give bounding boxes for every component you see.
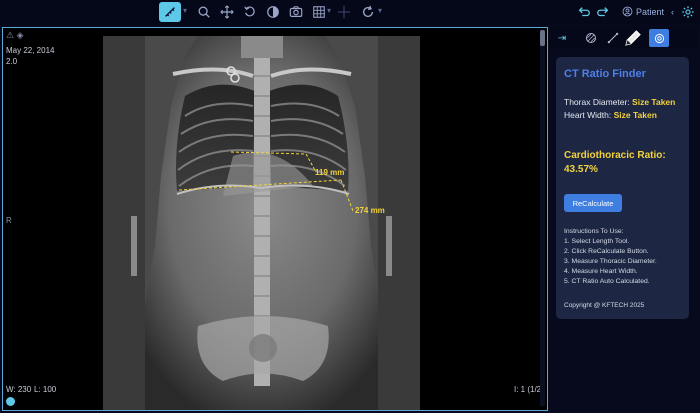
heart-width-row: Heart Width: Size Taken: [564, 110, 657, 120]
chevron-left-icon: ‹: [671, 6, 674, 17]
ct-ratio-panel: CT Ratio Finder Thorax Diameter: Size Ta…: [556, 57, 689, 319]
heart-width-label: 119 mm: [315, 168, 345, 177]
status-icon: [6, 397, 15, 406]
settings-circle-icon: [654, 33, 664, 43]
study-date: May 22, 2014: [6, 46, 55, 55]
thorax-diameter-label: 274 mm: [355, 206, 385, 215]
image-scrollbar[interactable]: [540, 30, 545, 406]
window-level-tool-button[interactable]: [265, 2, 281, 22]
instruction-item: 1. Select Length Tool.: [564, 238, 630, 245]
undo-button[interactable]: [577, 2, 591, 22]
capture-tool-button[interactable]: [288, 2, 304, 22]
redo-icon: [597, 7, 609, 17]
side-panel-tabs: ⇥: [550, 27, 698, 49]
chevron-down-icon[interactable]: ▾: [378, 6, 382, 15]
instruction-item: 3. Measure Thoracic Diameter.: [564, 258, 657, 265]
segmentation-icon: [586, 33, 596, 43]
measure-icon: [607, 32, 619, 44]
grid-icon: [313, 6, 325, 18]
patient-menu[interactable]: Patient ‹: [622, 6, 674, 17]
length-tool-button[interactable]: [159, 2, 181, 22]
reset-tool-button[interactable]: [360, 2, 376, 22]
layers-icon[interactable]: ⚠ ◈: [6, 30, 24, 41]
search-icon: [198, 6, 210, 18]
tab-measurements[interactable]: [604, 29, 622, 47]
scrollbar-thumb[interactable]: [540, 30, 545, 46]
pencil-icon: [625, 30, 641, 46]
tab-annotate[interactable]: [622, 29, 644, 47]
panel-title: CT Ratio Finder: [564, 68, 646, 80]
crosshair-tool-button[interactable]: [336, 2, 352, 22]
tab-segmentation[interactable]: [582, 29, 600, 47]
instructions-heading: Instructions To Use:: [564, 228, 624, 235]
heart-width-value: Size Taken: [613, 110, 657, 120]
pan-tool-button[interactable]: [219, 2, 235, 22]
image-viewport[interactable]: 119 mm 274 mm ⚠ ◈ May 22, 2014 2.0 R W: …: [2, 27, 548, 411]
series-number: 2.0: [6, 57, 18, 66]
refresh-icon: [362, 5, 374, 18]
instruction-item: 2. Click ReCalculate Button.: [564, 248, 649, 255]
thorax-diameter-value: Size Taken: [632, 97, 676, 107]
chevron-down-icon[interactable]: ▾: [327, 6, 331, 15]
instruction-item: 5. CT Ratio Auto Calculated.: [564, 278, 650, 285]
orientation-marker: R: [6, 216, 12, 225]
collapse-icon: ⇥: [557, 32, 567, 44]
settings-button[interactable]: [681, 2, 695, 22]
tab-ct-ratio[interactable]: [649, 29, 669, 47]
recalculate-button[interactable]: ReCalculate: [564, 194, 622, 212]
instruction-item: 4. Measure Heart Width.: [564, 268, 638, 275]
ratio-value: 43.57%: [564, 164, 598, 175]
ruler-icon: [165, 7, 175, 17]
rotate-icon: [244, 6, 255, 17]
window-width: W: 230: [6, 385, 32, 394]
copyright-text: Copyright @ KFTECH 2025: [564, 302, 645, 309]
thorax-diameter-label: Thorax Diameter:: [564, 97, 630, 107]
patient-label: Patient: [635, 6, 664, 17]
thorax-diameter-connector: [340, 179, 354, 212]
undo-icon: [578, 7, 590, 17]
contrast-icon: [267, 6, 279, 18]
measurement-overlay[interactable]: [3, 28, 548, 411]
heart-width-label: Heart Width:: [564, 110, 612, 120]
chevron-down-icon[interactable]: ▾: [183, 6, 187, 15]
camera-icon: [289, 6, 303, 17]
toolbar: ▾ ▾ ▾ Patient ‹: [0, 0, 700, 25]
thorax-diameter-line: [178, 179, 342, 191]
grid-layout-tool-button[interactable]: [311, 2, 327, 22]
collapse-panel-button[interactable]: ⇥: [553, 29, 571, 47]
window-level: L: 100: [34, 385, 57, 394]
ratio-label: Cardiothoracic Ratio:: [564, 150, 666, 161]
rotate-tool-button[interactable]: [242, 2, 258, 22]
heart-width-line: [230, 151, 307, 155]
thorax-diameter-row: Thorax Diameter: Size Taken: [564, 97, 675, 107]
move-icon: [220, 5, 234, 19]
user-icon: [622, 6, 633, 17]
gear-icon: [682, 6, 694, 18]
app: ▾ ▾ ▾ Patient ‹ 119 mm 274 mm ⚠ ◈ May 22…: [0, 0, 700, 413]
crosshair-icon: [337, 5, 351, 19]
redo-button[interactable]: [596, 2, 610, 22]
zoom-tool-button[interactable]: [196, 2, 212, 22]
